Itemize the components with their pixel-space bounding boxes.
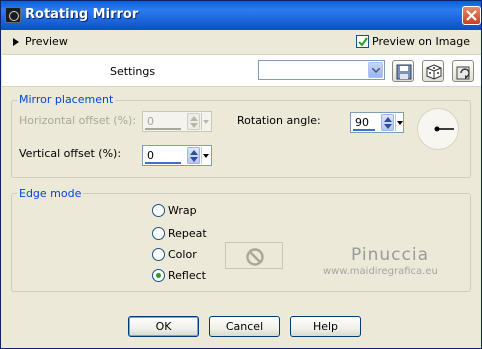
ok-button[interactable]: OK (128, 316, 199, 337)
title-bar[interactable]: Rotating Mirror (1, 1, 481, 30)
dialog-window: Rotating Mirror Preview Preview on Image… (0, 0, 482, 349)
edge-repeat-label[interactable]: Repeat (168, 227, 207, 240)
dial-indicator-icon (434, 126, 454, 132)
horizontal-offset-dropdown (201, 113, 209, 130)
help-button[interactable]: Help (290, 316, 361, 337)
preset-dropdown[interactable] (258, 60, 385, 80)
randomize-button[interactable] (422, 60, 444, 82)
up-down-arrows-icon (190, 150, 198, 162)
chevron-down-icon (372, 68, 380, 73)
no-symbol-icon (246, 248, 264, 266)
horizontal-offset-input: 0 (142, 111, 212, 132)
up-down-arrows-icon (190, 116, 198, 128)
vertical-offset-dropdown[interactable] (201, 147, 209, 164)
window-title: Rotating Mirror (25, 7, 139, 22)
rotation-angle-input[interactable]: 90 (350, 112, 404, 133)
preview-on-image-checkbox[interactable] (356, 35, 369, 48)
close-button[interactable] (462, 6, 481, 25)
vertical-offset-input[interactable]: 0 (142, 145, 212, 166)
vertical-offset-label: Vertical offset (%): (19, 147, 122, 160)
reset-icon (456, 66, 470, 80)
close-icon (466, 10, 477, 21)
mirror-placement-title: Mirror placement (17, 93, 116, 106)
horizontal-offset-label: Horizontal offset (%): (19, 114, 137, 127)
triangle-down-icon (397, 121, 403, 125)
rotation-dial[interactable] (417, 108, 459, 150)
save-preset-button[interactable] (392, 60, 414, 82)
rotation-angle-value[interactable]: 90 (355, 116, 369, 129)
reset-button[interactable] (452, 60, 474, 82)
horizontal-offset-bar (145, 128, 181, 130)
edge-color-radio[interactable] (152, 248, 165, 261)
rotation-angle-label: Rotation angle: (237, 114, 321, 127)
preset-dropdown-button[interactable] (368, 62, 383, 78)
rotation-angle-dropdown[interactable] (395, 114, 403, 131)
dice-icon (426, 64, 442, 80)
up-down-arrows-icon (384, 117, 392, 129)
vertical-offset-bar[interactable] (145, 162, 181, 164)
app-icon (5, 7, 21, 23)
vertical-offset-spinner[interactable] (187, 147, 200, 164)
watermark-url: www.maidiregrafica.eu (323, 266, 438, 277)
watermark-name: Pinuccia (351, 245, 429, 265)
edge-mode-title: Edge mode (17, 187, 84, 200)
edge-color-label[interactable]: Color (168, 248, 197, 261)
triangle-down-icon (203, 154, 209, 158)
settings-label: Settings (110, 65, 156, 78)
edge-color-swatch[interactable] (225, 242, 283, 269)
edge-wrap-radio[interactable] (152, 204, 165, 217)
checkmark-icon (358, 37, 368, 47)
horizontal-offset-value: 0 (147, 115, 154, 128)
save-icon (396, 64, 412, 80)
horizontal-offset-spinner (187, 113, 200, 130)
edge-repeat-radio[interactable] (152, 227, 165, 240)
triangle-right-icon[interactable] (13, 38, 19, 46)
rotation-angle-spinner[interactable] (381, 114, 394, 131)
preview-on-image-label[interactable]: Preview on Image (372, 35, 470, 48)
preview-toggle[interactable]: Preview (25, 35, 68, 48)
edge-wrap-label[interactable]: Wrap (168, 204, 197, 217)
edge-reflect-label[interactable]: Reflect (168, 269, 206, 282)
cancel-button[interactable]: Cancel (209, 316, 280, 337)
rotation-angle-bar[interactable] (353, 129, 375, 131)
edge-reflect-radio[interactable] (152, 269, 165, 282)
radio-selected-dot (156, 273, 161, 278)
triangle-down-icon (203, 120, 209, 124)
vertical-offset-value[interactable]: 0 (147, 149, 154, 162)
